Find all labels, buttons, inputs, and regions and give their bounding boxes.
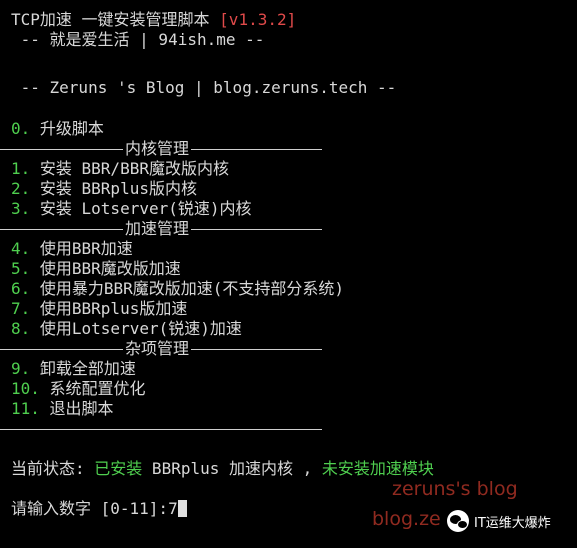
menu-item-4: 4. 使用BBR加速 bbox=[11, 239, 133, 258]
script-title: TCP加速 一键安装管理脚本 [v1.3.2] bbox=[11, 10, 297, 29]
script-subtitle: -- 就是爱生活 | 94ish.me -- bbox=[11, 30, 265, 49]
input-prompt[interactable]: 请输入数字 [0-11]:7 bbox=[11, 499, 187, 519]
menu-item-8: 8. 使用Lotserver(锐速)加速 bbox=[11, 319, 242, 338]
section-misc-header: 杂项管理 bbox=[0, 339, 322, 359]
watermark-blog-name: zeruns's blog bbox=[392, 478, 518, 500]
menu-item-6: 6. 使用暴力BBR魔改版加速(不支持部分系统) bbox=[11, 279, 345, 298]
section-accel-header: 加速管理 bbox=[0, 219, 322, 239]
watermark-blog-url: blog.ze bbox=[372, 508, 441, 530]
menu-item-9: 9. 卸载全部加速 bbox=[11, 359, 136, 378]
installed-status: 已安装 bbox=[94, 459, 143, 478]
wechat-badge: IT运维大爆炸 bbox=[447, 510, 551, 532]
menu-item-7: 7. 使用BBRplus版加速 bbox=[11, 299, 188, 318]
section-kernel-header: 内核管理 bbox=[0, 139, 322, 159]
bottom-divider bbox=[0, 419, 322, 439]
wechat-icon bbox=[447, 510, 469, 532]
status-line: 当前状态: 已安装 BBRplus 加速内核 , 未安装加速模块 bbox=[11, 459, 434, 478]
blog-line: -- Zeruns 's Blog | blog.zeruns.tech -- bbox=[11, 78, 397, 97]
menu-item-5: 5. 使用BBR魔改版加速 bbox=[11, 259, 181, 278]
prompt-input-value: 7 bbox=[168, 499, 178, 518]
terminal-window[interactable]: TCP加速 一键安装管理脚本 [v1.3.2] -- 就是爱生活 | 94ish… bbox=[0, 0, 577, 548]
menu-item-1: 1. 安装 BBR/BBR魔改版内核 bbox=[11, 159, 229, 178]
menu-item-upgrade: 0. 升级脚本 bbox=[11, 119, 104, 138]
menu-item-10: 10. 系统配置优化 bbox=[11, 379, 146, 398]
menu-item-11: 11. 退出脚本 bbox=[11, 399, 114, 418]
module-status: 未安装加速模块 bbox=[321, 459, 434, 478]
menu-item-3: 3. 安装 Lotserver(锐速)内核 bbox=[11, 199, 252, 218]
badge-label: IT运维大爆炸 bbox=[474, 515, 551, 531]
menu-item-2: 2. 安装 BBRplus版内核 bbox=[11, 179, 197, 198]
version-tag: [v1.3.2] bbox=[219, 10, 297, 29]
text-cursor bbox=[177, 500, 187, 517]
